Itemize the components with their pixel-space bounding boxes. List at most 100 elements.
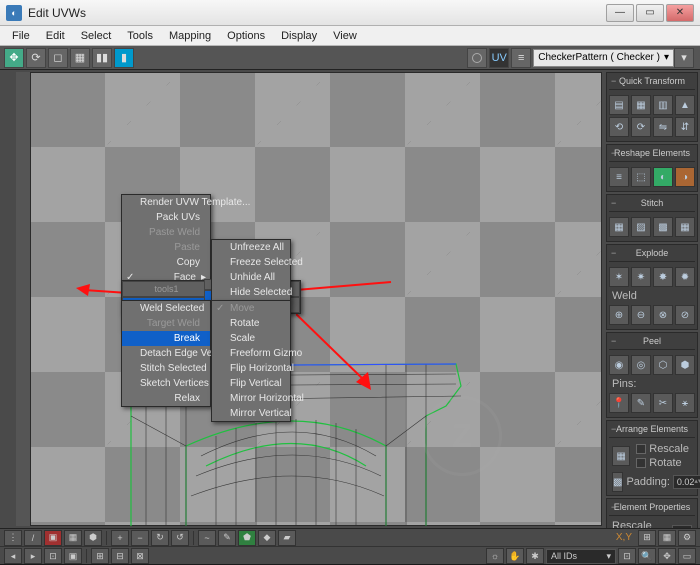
ctx-copy[interactable]: Copy	[122, 255, 210, 270]
reshape-icon[interactable]: ◐	[653, 167, 673, 187]
uv-viewport[interactable]: Render UVW Template... Pack UVs Paste We…	[16, 72, 602, 526]
ctx-hide-selected[interactable]: Hide Selected	[212, 285, 290, 300]
peel3-icon[interactable]: ⬡	[653, 355, 673, 375]
explode3-icon[interactable]: ✸	[653, 267, 673, 287]
weld3-icon[interactable]: ⊗	[653, 305, 673, 325]
soft-button[interactable]: ~	[198, 530, 216, 546]
ctx-freeze-selected[interactable]: Freeze Selected	[212, 255, 290, 270]
explode1-icon[interactable]: ✶	[609, 267, 629, 287]
ring-button[interactable]: ↻	[151, 530, 169, 546]
b2-4[interactable]: ▣	[64, 548, 82, 564]
sel-vertex-button[interactable]: ⋮	[4, 530, 22, 546]
reshape2-icon[interactable]: ◑	[675, 167, 695, 187]
zoom-extents-button[interactable]: ⊡	[618, 548, 636, 564]
magnify-icon[interactable]	[467, 48, 487, 68]
rotate-cw-icon[interactable]: ⟳	[631, 117, 651, 137]
pack2-icon[interactable]: ▩	[612, 472, 623, 492]
texture-dropdown[interactable]: CheckerPattern ( Checker )	[533, 49, 674, 67]
ctx-scale[interactable]: Scale	[212, 331, 290, 346]
panel-title[interactable]: Element Properties	[609, 501, 695, 516]
move-tool-button[interactable]: ✥	[4, 48, 24, 68]
grow-button[interactable]: +	[111, 530, 129, 546]
stitch3-icon[interactable]: ▩	[653, 217, 673, 237]
stitch4-icon[interactable]: ▦	[675, 217, 695, 237]
ctx-pack-uvs[interactable]: Pack UVs	[122, 210, 210, 225]
hand-icon[interactable]: ✋	[506, 548, 524, 564]
rotate-checkbox[interactable]	[636, 458, 646, 468]
menu-display[interactable]: Display	[273, 30, 325, 42]
gear-icon[interactable]: ✱	[526, 548, 544, 564]
ctx-unfreeze-all[interactable]: Unfreeze All	[212, 240, 290, 255]
weld4-icon[interactable]: ⊘	[675, 305, 695, 325]
zoom-button[interactable]: 🔍	[638, 548, 656, 564]
ctx-flip-horizontal[interactable]: Flip Horizontal	[212, 361, 290, 376]
straighten-icon[interactable]: ≡	[609, 167, 629, 187]
align-left-icon[interactable]: ▤	[609, 95, 629, 115]
options-icon[interactable]: ≡	[511, 48, 531, 68]
opts-button[interactable]: ⚙	[678, 530, 696, 546]
pan-button[interactable]: ✥	[658, 548, 676, 564]
menu-view[interactable]: View	[325, 30, 365, 42]
brush-button[interactable]: ⬟	[238, 530, 256, 546]
weld2-icon[interactable]: ⊖	[631, 305, 651, 325]
pack-icon[interactable]: ▦	[612, 446, 630, 466]
relax-icon[interactable]: ⬚	[631, 167, 651, 187]
flip-v-icon[interactable]: ⇵	[675, 117, 695, 137]
b2-3[interactable]: ⊡	[44, 548, 62, 564]
rescale-checkbox[interactable]	[636, 444, 646, 454]
ctx-unhide-all[interactable]: Unhide All	[212, 270, 290, 285]
sel-element-button[interactable]: ▦	[64, 530, 82, 546]
rotate-ccw-icon[interactable]: ⟲	[609, 117, 629, 137]
weld1-icon[interactable]: ⊕	[609, 305, 629, 325]
menu-select[interactable]: Select	[73, 30, 120, 42]
peel4-icon[interactable]: ⬢	[675, 355, 695, 375]
grid-button[interactable]: ▦	[658, 530, 676, 546]
align-center-icon[interactable]: ▦	[631, 95, 651, 115]
paint-button[interactable]: ✎	[218, 530, 236, 546]
ctx-mirror-horizontal[interactable]: Mirror Horizontal	[212, 391, 290, 406]
ctx-stitch-selected[interactable]: Stitch Selected	[122, 361, 210, 376]
snap-button[interactable]: ⊞	[638, 530, 656, 546]
b2-6[interactable]: ⊟	[111, 548, 129, 564]
ctx-freeform-gizmo[interactable]: Freeform Gizmo	[212, 346, 290, 361]
b2-7[interactable]: ⊠	[131, 548, 149, 564]
rotate-tool-button[interactable]: ⟳	[26, 48, 46, 68]
shrink-button[interactable]: −	[131, 530, 149, 546]
flip-h-icon[interactable]: ⇋	[653, 117, 673, 137]
stitch1-icon[interactable]: ▦	[609, 217, 629, 237]
window-minimize-button[interactable]: —	[606, 4, 634, 22]
ctx-mirror-vertical[interactable]: Mirror Vertical	[212, 406, 290, 421]
menu-edit[interactable]: Edit	[38, 30, 73, 42]
scale-tool-button[interactable]: ◻	[48, 48, 68, 68]
window-maximize-button[interactable]: ▭	[636, 4, 664, 22]
ids-dropdown[interactable]: All IDs	[546, 549, 616, 564]
window-close-button[interactable]: ✕	[666, 4, 694, 22]
panel-title[interactable]: Explode	[609, 247, 695, 262]
brush3-button[interactable]: ▰	[278, 530, 296, 546]
peel1-icon[interactable]: ◉	[609, 355, 629, 375]
pin4-icon[interactable]: ⚹	[675, 393, 695, 413]
ctx-render-uvw[interactable]: Render UVW Template...	[122, 195, 210, 210]
quad-tools1[interactable]: tools1	[122, 281, 211, 297]
ctx-weld-selected[interactable]: Weld Selected	[122, 301, 210, 316]
panel-title[interactable]: Arrange Elements	[609, 423, 695, 438]
panel-title[interactable]: Peel	[609, 335, 695, 350]
b2-2[interactable]: ▸	[24, 548, 42, 564]
align-right-icon[interactable]: ▥	[653, 95, 673, 115]
padding-spinner[interactable]: 0.02	[673, 475, 700, 489]
b2-1[interactable]: ◂	[4, 548, 22, 564]
explode4-icon[interactable]: ✹	[675, 267, 695, 287]
explode2-icon[interactable]: ✷	[631, 267, 651, 287]
ctx-relax[interactable]: Relax	[122, 391, 210, 406]
pin3-icon[interactable]: ✂	[653, 393, 673, 413]
align-top-icon[interactable]: ▲	[675, 95, 695, 115]
panel-title[interactable]: Reshape Elements	[609, 147, 695, 162]
loop-button[interactable]: ↺	[171, 530, 189, 546]
peel2-icon[interactable]: ◎	[631, 355, 651, 375]
menu-tools[interactable]: Tools	[119, 30, 161, 42]
panel-title[interactable]: Stitch	[609, 197, 695, 212]
menu-mapping[interactable]: Mapping	[161, 30, 219, 42]
pin1-icon[interactable]: 📍	[609, 393, 629, 413]
sel-face-button[interactable]: ▣	[44, 530, 62, 546]
zoom-region-button[interactable]: ▭	[678, 548, 696, 564]
